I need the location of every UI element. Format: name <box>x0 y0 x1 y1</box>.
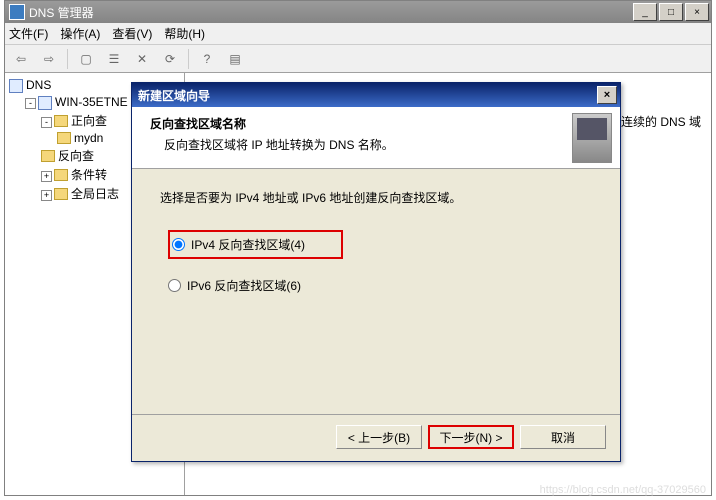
close-button[interactable]: × <box>685 3 709 21</box>
main-title: DNS 管理器 <box>29 4 633 21</box>
properties-icon[interactable]: ☰ <box>102 48 126 70</box>
radio-group: IPv4 反向查找区域(4) IPv6 反向查找区域(6) <box>160 230 592 294</box>
radio-ipv6-row: IPv6 反向查找区域(6) <box>168 277 592 294</box>
radio-ipv6[interactable] <box>168 279 181 292</box>
server-image-icon <box>572 113 612 163</box>
dialog-title: 新建区域向导 <box>138 87 597 104</box>
expander-icon[interactable]: + <box>41 190 52 201</box>
dialog-heading: 反向查找区域名称 <box>150 115 550 132</box>
folder-icon <box>41 150 55 162</box>
menubar: 文件(F) 操作(A) 查看(V) 帮助(H) <box>5 23 711 45</box>
new-zone-wizard-dialog: 新建区域向导 × 反向查找区域名称 反向查找区域将 IP 地址转换为 DNS 名… <box>131 82 621 462</box>
dialog-close-button[interactable]: × <box>597 86 617 104</box>
dialog-titlebar: 新建区域向导 × <box>132 83 620 107</box>
toolbar-separator <box>188 49 189 69</box>
server-icon <box>38 96 52 110</box>
menu-action[interactable]: 操作(A) <box>60 25 100 42</box>
menu-view[interactable]: 查看(V) <box>112 25 152 42</box>
dns-icon <box>9 79 23 93</box>
highlight-box: IPv4 反向查找区域(4) <box>168 230 343 259</box>
expander-icon[interactable]: + <box>41 171 52 182</box>
expander-icon[interactable]: - <box>25 98 36 109</box>
dialog-separator <box>132 414 620 415</box>
menu-file[interactable]: 文件(F) <box>9 25 48 42</box>
app-icon <box>9 4 25 20</box>
dialog-subheading: 反向查找区域将 IP 地址转换为 DNS 名称。 <box>150 136 550 153</box>
folder-icon <box>54 188 68 200</box>
dialog-prompt: 选择是否要为 IPv4 地址或 IPv6 地址创建反向查找区域。 <box>160 189 592 206</box>
refresh-icon[interactable]: ⟳ <box>158 48 182 70</box>
main-titlebar: DNS 管理器 _ □ × <box>5 1 711 23</box>
dialog-footer: < 上一步(B) 下一步(N) > 取消 <box>336 425 606 449</box>
expander-icon[interactable]: - <box>41 117 52 128</box>
radio-ipv4-label: IPv4 反向查找区域(4) <box>191 236 305 253</box>
extra-icon[interactable]: ▤ <box>223 48 247 70</box>
toolbar: ⇦ ⇨ ▢ ☰ ✕ ⟳ ? ▤ <box>5 45 711 73</box>
folder-icon <box>57 132 71 144</box>
radio-ipv4-row: IPv4 反向查找区域(4) <box>168 230 592 259</box>
radio-ipv4[interactable] <box>172 238 185 251</box>
help-icon[interactable]: ? <box>195 48 219 70</box>
folder-icon <box>54 169 68 181</box>
radio-ipv6-label: IPv6 反向查找区域(6) <box>187 277 301 294</box>
dialog-body: 选择是否要为 IPv4 地址或 IPv6 地址创建反向查找区域。 IPv4 反向… <box>132 169 620 332</box>
toolbar-separator <box>67 49 68 69</box>
menu-help[interactable]: 帮助(H) <box>164 25 205 42</box>
delete-icon[interactable]: ✕ <box>130 48 154 70</box>
folder-icon <box>54 115 68 127</box>
cancel-button[interactable]: 取消 <box>520 425 606 449</box>
maximize-button[interactable]: □ <box>659 3 683 21</box>
watermark: https://blog.csdn.net/qq-37029560 <box>540 484 706 496</box>
dialog-header: 反向查找区域名称 反向查找区域将 IP 地址转换为 DNS 名称。 <box>132 107 620 169</box>
forward-icon[interactable]: ⇨ <box>37 48 61 70</box>
minimize-button[interactable]: _ <box>633 3 657 21</box>
back-button[interactable]: < 上一步(B) <box>336 425 422 449</box>
up-icon[interactable]: ▢ <box>74 48 98 70</box>
next-button[interactable]: 下一步(N) > <box>428 425 514 449</box>
back-icon[interactable]: ⇦ <box>9 48 33 70</box>
